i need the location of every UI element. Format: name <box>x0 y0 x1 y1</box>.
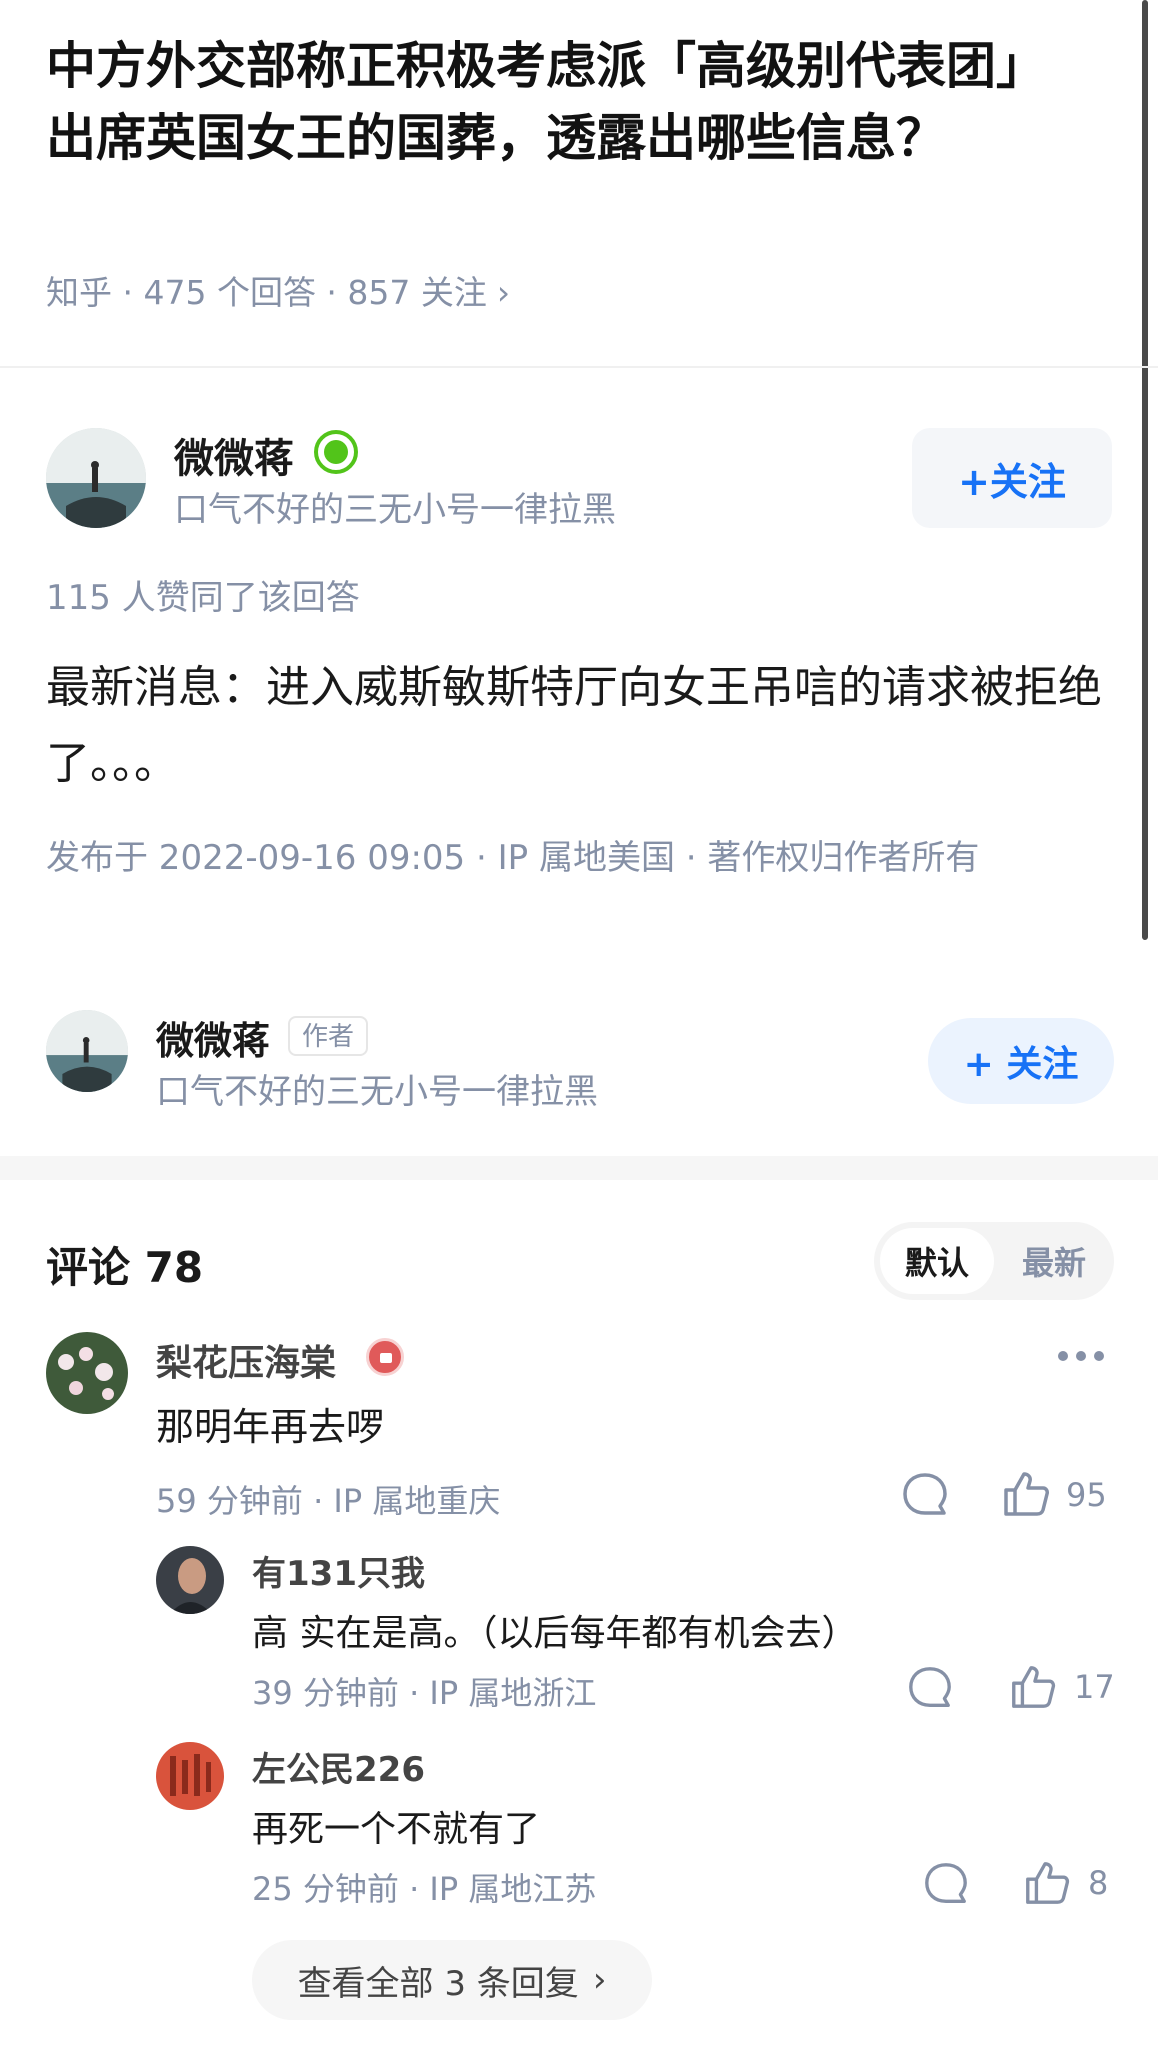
comment-meta: 59 分钟前 · IP 属地重庆 <box>156 1482 501 1520</box>
reply-text: 高 实在是高。（以后每年都有机会去） <box>252 1613 858 1654</box>
view-all-label: 查看全部 3 条回复 <box>297 1963 579 2004</box>
comments-title: 评论 78 <box>46 1243 204 1292</box>
comment-icon[interactable] <box>922 1860 970 1912</box>
author-card-avatar[interactable] <box>46 1010 128 1092</box>
sort-toggle: 默认 最新 <box>874 1222 1114 1300</box>
reply-text: 再死一个不就有了 <box>252 1809 541 1850</box>
publish-meta: 发布于 2022-09-16 09:05 · IP 属地美国 · 著作权归作者所… <box>46 838 980 878</box>
view-all-replies-button[interactable]: 查看全部 3 条回复 › <box>252 1940 652 2020</box>
like-count: 17 <box>1074 1668 1115 1706</box>
question-title[interactable]: 中方外交部称正积极考虑派「高级别代表团」出席英国女王的国葬，透露出哪些信息？ <box>46 30 1046 174</box>
sort-default-tab[interactable]: 默认 <box>880 1228 994 1294</box>
author-avatar[interactable] <box>46 428 146 528</box>
thumbs-up-icon[interactable] <box>1000 1468 1052 1524</box>
reply-meta: 39 分钟前 · IP 属地浙江 <box>252 1674 597 1712</box>
comment-icon[interactable] <box>906 1664 954 1716</box>
reply-avatar[interactable] <box>156 1742 224 1810</box>
answer-content: 最新消息：进入威斯敏斯特厅向女王吊唁的请求被拒绝了。。。 <box>46 662 1102 789</box>
author-tag: 作者 <box>288 1016 369 1056</box>
question-meta[interactable]: 知乎 · 475 个回答 · 857 关注 › <box>46 266 510 314</box>
chevron-right-icon: › <box>592 1960 607 2000</box>
comment-text: 那明年再去啰 <box>156 1405 385 1449</box>
question-meta-text: 知乎 · 475 个回答 · 857 关注 <box>46 273 487 312</box>
comment-author[interactable]: 梨花压海棠 <box>156 1334 336 1386</box>
section-divider <box>0 1156 1158 1180</box>
trophy-badge-icon <box>314 430 358 474</box>
reply-avatar[interactable] <box>156 1546 224 1614</box>
chevron-right-icon: › <box>496 273 511 312</box>
author-card-follow-button[interactable]: + 关注 <box>928 1018 1114 1104</box>
author-name[interactable]: 微微蒋 <box>174 426 294 484</box>
reply-author[interactable]: 有131只我 <box>252 1546 425 1595</box>
sort-latest-tab[interactable]: 最新 <box>1000 1228 1108 1294</box>
scrollbar[interactable] <box>1142 0 1148 940</box>
commenter-avatar[interactable] <box>46 1332 128 1414</box>
like-badge-icon <box>366 1338 404 1376</box>
reply-author[interactable]: 左公民226 <box>252 1742 425 1791</box>
vote-count: 115 人赞同了该回答 <box>46 578 360 618</box>
thumbs-up-icon[interactable] <box>1008 1662 1058 1716</box>
comment-icon[interactable] <box>900 1470 950 1524</box>
follow-button[interactable]: +关注 <box>912 428 1112 528</box>
thumbs-up-icon[interactable] <box>1022 1858 1072 1912</box>
author-card-bio: 口气不好的三无小号一律拉黑 <box>156 1072 598 1112</box>
like-count: 8 <box>1088 1864 1109 1902</box>
more-icon[interactable] <box>1058 1346 1114 1366</box>
divider <box>0 366 1158 368</box>
author-bio: 口气不好的三无小号一律拉黑 <box>174 490 616 530</box>
reply-meta: 25 分钟前 · IP 属地江苏 <box>252 1870 597 1908</box>
like-count: 95 <box>1066 1476 1107 1514</box>
author-card-name[interactable]: 微微蒋 <box>156 1010 270 1065</box>
